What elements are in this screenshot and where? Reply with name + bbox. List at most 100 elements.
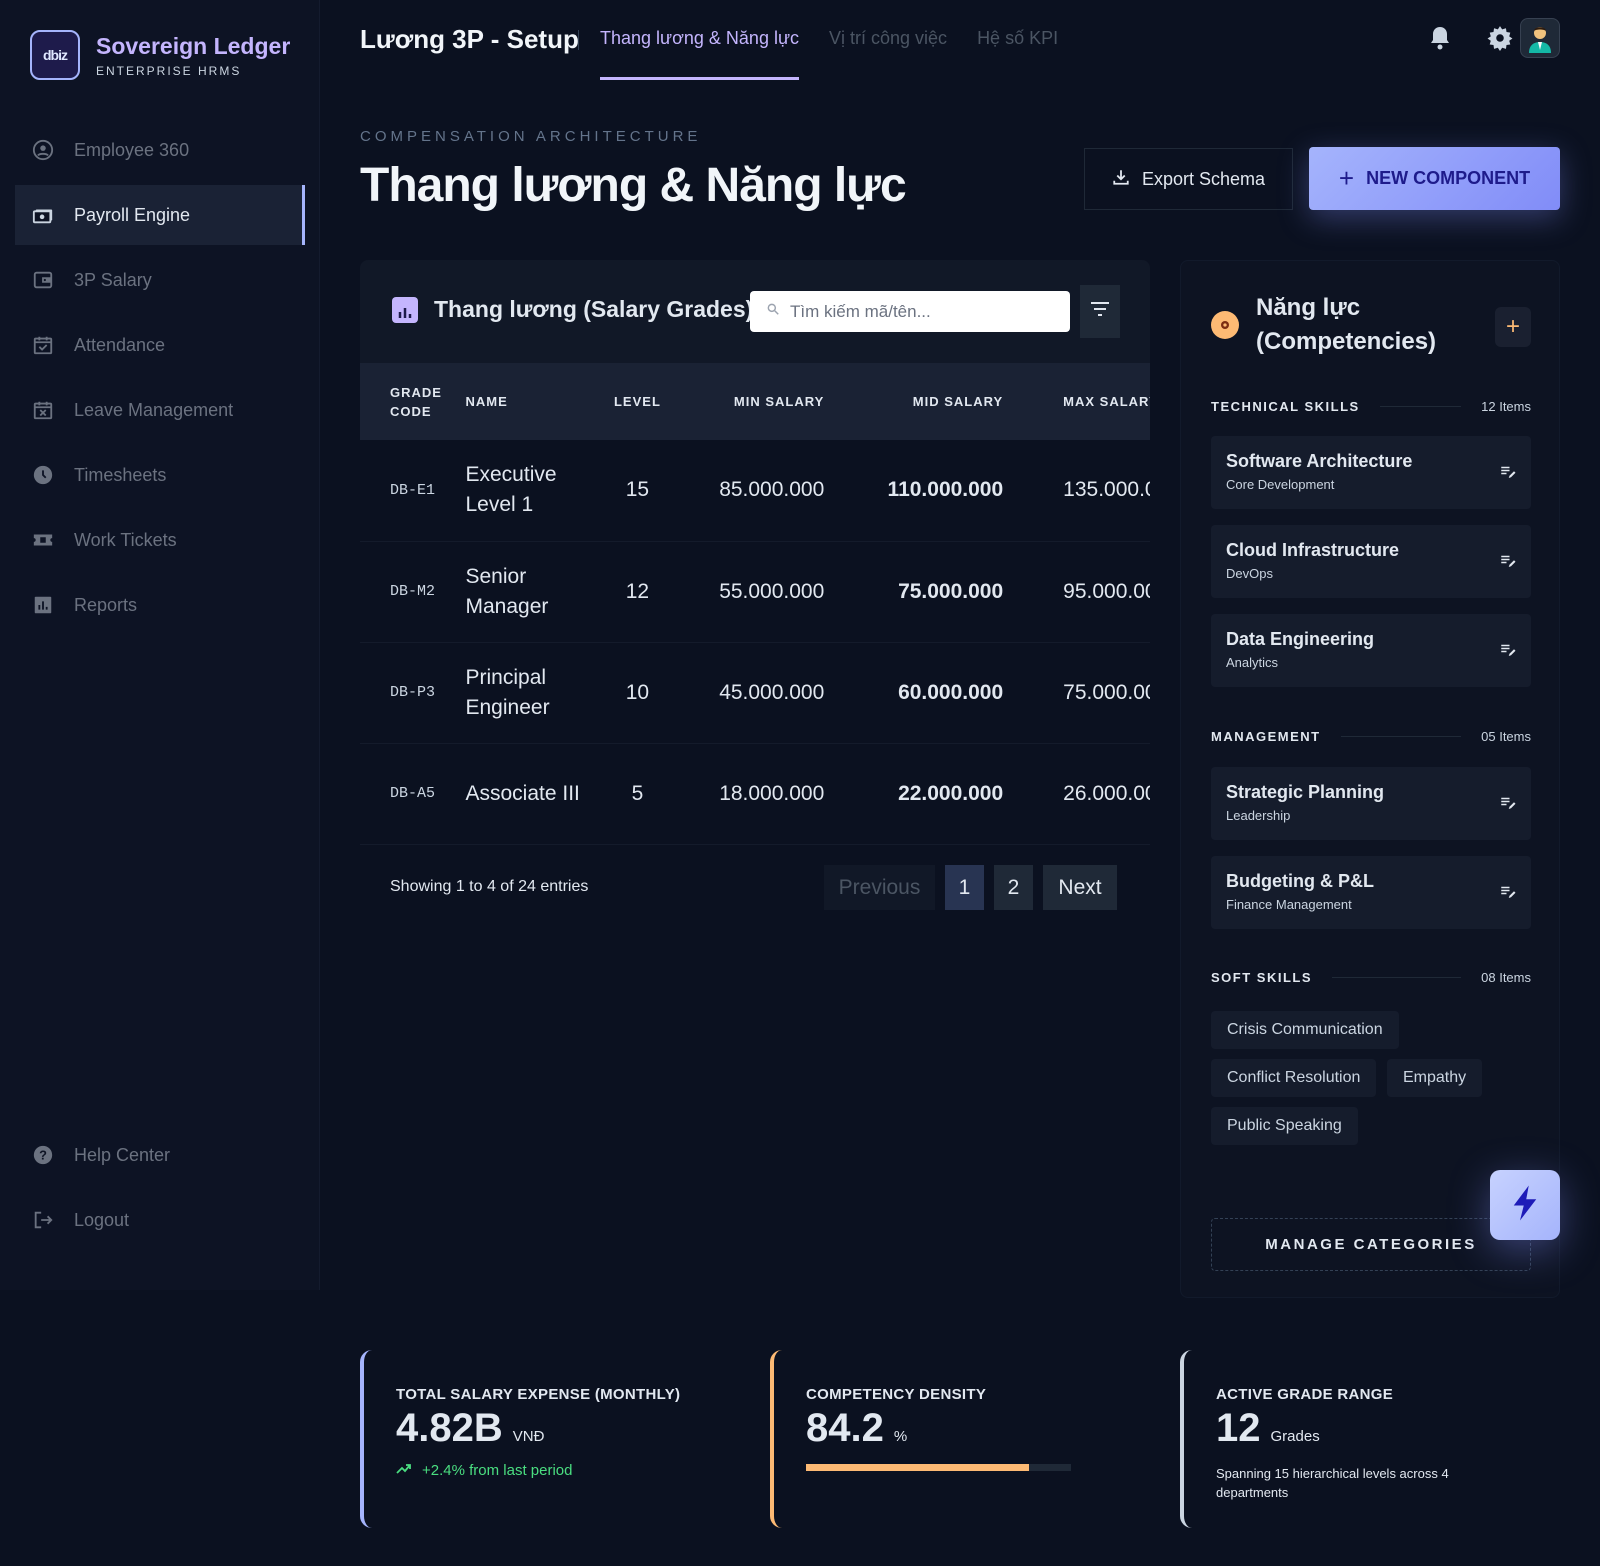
table-row[interactable]: DB-E1 Executive Level 1 15 85.000.000 11… xyxy=(360,440,1150,542)
col-mid-salary[interactable]: MID SALARY xyxy=(824,363,1003,440)
sidebar-item-help-center[interactable]: ? Help Center xyxy=(15,1125,305,1185)
sidebar-item-reports[interactable]: Reports xyxy=(15,575,305,635)
pagination-previous-button[interactable]: Previous xyxy=(824,865,935,910)
skill-item-data-engineering[interactable]: Data Engineering Analytics xyxy=(1211,614,1531,687)
skill-chip[interactable]: Empathy xyxy=(1387,1059,1483,1097)
sidebar-item-3p-salary[interactable]: 3P Salary xyxy=(15,250,305,310)
calendar-x-icon xyxy=(32,399,54,421)
svg-text:?: ? xyxy=(39,1148,47,1163)
sidebar-item-work-tickets[interactable]: Work Tickets xyxy=(15,510,305,570)
section-count: 05 Items xyxy=(1481,728,1531,744)
grade-mid-salary: 110.000.000 xyxy=(824,440,1004,542)
notifications-bell-icon[interactable] xyxy=(1420,18,1460,58)
top-tabs: Thang lương & Năng lực Vị trí công việc … xyxy=(600,0,1088,80)
skill-name: Software Architecture xyxy=(1226,451,1413,471)
sidebar-item-payroll-engine[interactable]: Payroll Engine xyxy=(15,185,305,245)
col-grade-code[interactable]: GRADE CODE xyxy=(360,363,466,440)
section-label: MANAGEMENT xyxy=(1211,728,1321,744)
filter-icon xyxy=(1090,301,1110,322)
skill-chip[interactable]: Conflict Resolution xyxy=(1211,1059,1377,1097)
pagination-info: Showing 1 to 4 of 24 entries xyxy=(390,878,589,895)
edit-note-icon[interactable] xyxy=(1499,641,1517,659)
table-row[interactable]: DB-P3 Principal Engineer 10 45.000.000 6… xyxy=(360,642,1150,744)
col-min-salary[interactable]: MIN SALARY xyxy=(683,363,824,440)
grade-mid-salary: 75.000.000 xyxy=(824,541,1004,643)
salary-grades-card: Thang lương (Salary Grades) GRADE CODE N… xyxy=(360,260,1150,940)
grade-name: Executive Level 1 xyxy=(465,440,593,542)
topbar: Lương 3P - Setup Thang lương & Năng lực … xyxy=(360,0,1600,80)
skill-chip[interactable]: Public Speaking xyxy=(1211,1107,1358,1145)
kpi-competency-density: COMPETENCY DENSITY 84.2% xyxy=(770,1350,1140,1528)
edit-note-icon[interactable] xyxy=(1499,883,1517,901)
brand[interactable]: dbiz Sovereign Ledger ENTERPRISE HRMS xyxy=(30,30,290,80)
new-component-button[interactable]: + NEW COMPONENT xyxy=(1309,147,1560,210)
salary-grades-header: Thang lương (Salary Grades) xyxy=(360,260,1150,363)
sidebar-item-label: Timesheets xyxy=(74,464,167,485)
user-avatar[interactable] xyxy=(1520,18,1560,58)
grade-max-salary: 135.000.000 xyxy=(1003,440,1150,542)
sidebar-item-logout[interactable]: Logout xyxy=(15,1190,305,1250)
tab-kpi-coefficients[interactable]: Hệ số KPI xyxy=(977,0,1058,80)
grade-code: DB-E1 xyxy=(360,440,466,542)
grade-level: 12 xyxy=(592,541,683,643)
table-row[interactable]: DB-A5 Associate III 5 18.000.000 22.000.… xyxy=(360,743,1150,845)
title-divider xyxy=(578,30,579,50)
skill-name: Budgeting & P&L xyxy=(1226,871,1374,891)
skill-name: Strategic Planning xyxy=(1226,782,1385,802)
table-row[interactable]: DB-M2 Senior Manager 12 55.000.000 75.00… xyxy=(360,541,1150,643)
kpi-unit: % xyxy=(893,1428,908,1445)
export-schema-label: Export Schema xyxy=(1141,168,1266,189)
bar-chart-icon xyxy=(392,296,418,323)
section-count: 08 Items xyxy=(1481,969,1531,985)
search-input[interactable] xyxy=(790,301,1060,322)
soft-skills-header: SOFT SKILLS 08 Items xyxy=(1211,967,1531,987)
skill-item-software-architecture[interactable]: Software Architecture Core Development xyxy=(1211,436,1531,509)
ticket-icon xyxy=(32,529,54,551)
edit-note-icon[interactable] xyxy=(1499,552,1517,570)
grade-search[interactable] xyxy=(750,291,1070,332)
sidebar-item-label: Employee 360 xyxy=(74,139,190,160)
edit-note-icon[interactable] xyxy=(1499,794,1517,812)
pagination-page-2[interactable]: 2 xyxy=(994,865,1033,910)
col-name[interactable]: NAME xyxy=(466,363,593,440)
tab-job-positions[interactable]: Vị trí công việc xyxy=(829,0,947,80)
grade-level: 5 xyxy=(592,743,683,845)
skill-name: Cloud Infrastructure xyxy=(1226,540,1400,560)
kpi-value: 4.82B VNĐ xyxy=(396,1406,545,1450)
kpi-unit: Grades xyxy=(1270,1428,1320,1445)
skill-item-cloud-infrastructure[interactable]: Cloud Infrastructure DevOps xyxy=(1211,525,1531,598)
grade-mid-salary: 60.000.000 xyxy=(824,642,1004,744)
sidebar-item-timesheets[interactable]: Timesheets xyxy=(15,445,305,505)
grade-mid-salary: 22.000.000 xyxy=(824,743,1004,845)
col-max-salary[interactable]: MAX SALARY xyxy=(1003,363,1150,440)
grade-level: 15 xyxy=(592,440,683,542)
manage-categories-button[interactable]: MANAGE CATEGORIES xyxy=(1211,1218,1531,1271)
skill-item-strategic-planning[interactable]: Strategic Planning Leadership xyxy=(1211,767,1531,840)
settings-gear-icon[interactable] xyxy=(1480,18,1520,58)
skill-chip[interactable]: Crisis Communication xyxy=(1211,1011,1399,1049)
trending-up-icon xyxy=(396,1462,412,1479)
export-schema-button[interactable]: Export Schema xyxy=(1084,148,1293,210)
sidebar-item-attendance[interactable]: Attendance xyxy=(15,315,305,375)
download-icon xyxy=(1112,168,1130,191)
sidebar-item-employee-360[interactable]: Employee 360 xyxy=(15,120,305,180)
pagination-next-button[interactable]: Next xyxy=(1043,865,1117,910)
clock-icon xyxy=(32,464,54,486)
col-level[interactable]: LEVEL xyxy=(592,363,683,440)
salary-grades-title: Thang lương (Salary Grades) xyxy=(392,296,753,323)
brand-name: Sovereign Ledger xyxy=(96,32,291,59)
edit-note-icon[interactable] xyxy=(1499,463,1517,481)
skill-item-budgeting[interactable]: Budgeting & P&L Finance Management xyxy=(1211,856,1531,929)
kpi-value: 84.2% xyxy=(806,1406,908,1450)
grades-table-wrap: GRADE CODE NAME LEVEL MIN SALARY MID SAL… xyxy=(360,363,1150,845)
pagination: Previous 1 2 Next xyxy=(824,865,1117,910)
add-competency-button[interactable]: + xyxy=(1495,307,1531,347)
pagination-page-1[interactable]: 1 xyxy=(945,865,984,910)
quick-action-fab[interactable] xyxy=(1490,1170,1560,1240)
grade-max-salary: 75.000.000 xyxy=(1003,642,1150,744)
new-component-label: NEW COMPONENT xyxy=(1366,168,1531,188)
salary-grades-title-text: Thang lương (Salary Grades) xyxy=(434,296,754,322)
tab-salary-competency[interactable]: Thang lương & Năng lực xyxy=(600,0,800,80)
filter-button[interactable] xyxy=(1080,285,1120,338)
sidebar-item-leave-management[interactable]: Leave Management xyxy=(15,380,305,440)
